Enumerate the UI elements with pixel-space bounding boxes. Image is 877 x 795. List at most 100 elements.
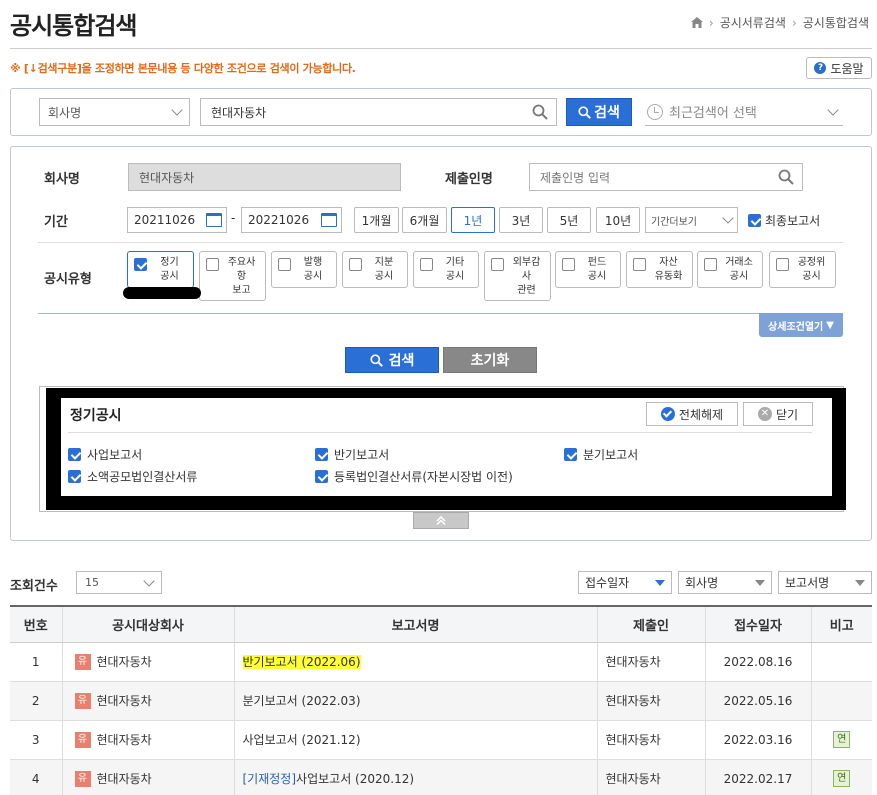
consolidated-badge[interactable]: 연 [833,770,851,787]
sort-report-select[interactable]: 보고서명 [778,571,872,594]
recent-search-select[interactable]: 최근검색어 선택 [645,98,843,126]
disclosure-type-abs[interactable]: 자산 유동화 [626,251,693,288]
disclosure-type-label: 자산 유동화 [654,257,683,282]
checkbox-checked-icon[interactable] [315,448,328,461]
checkbox-checked-icon[interactable] [564,448,577,461]
collapse-button[interactable] [413,512,469,529]
check-circle-icon [660,407,675,421]
checkbox-checked-icon[interactable] [315,470,328,483]
checkbox-icon[interactable] [206,258,219,271]
company-link[interactable]: 현대자동차 [97,694,152,708]
row-divider [38,313,843,314]
reset-button[interactable]: 초기화 [443,347,537,373]
disclosure-type-other[interactable]: 기타 공시 [413,251,479,288]
search-category-select[interactable]: 회사명 [39,98,190,126]
period-more-select[interactable]: 기간더보기 [645,207,738,233]
sub-item-quarterly[interactable]: 분기보고서 [564,446,638,463]
sub-item-annual[interactable]: 사업보고서 [68,446,142,463]
checkbox-icon[interactable] [776,258,789,271]
search-button[interactable]: 검색 [345,347,439,373]
calendar-icon[interactable] [206,213,222,227]
sub-item-registered[interactable]: 등록법인결산서류(자본시장법 이전) [315,468,513,485]
period-button-5y[interactable]: 5년 [547,207,591,233]
date-to-input[interactable]: 20221026 [241,207,342,233]
listing-badge: 유 [74,654,91,671]
checkbox-icon[interactable] [633,258,646,271]
double-chevron-up-icon [436,516,446,525]
breadcrumb: › 공시서류검색 › 공시통합검색 [690,14,869,31]
report-link[interactable]: 사업보고서 (2021.12) [243,733,361,747]
period-button-6m[interactable]: 6개월 [402,207,447,233]
disclosure-type-ftc[interactable]: 공정위 공시 [769,251,836,288]
disclosure-type-issuance[interactable]: 발행 공시 [271,251,337,288]
calendar-icon[interactable] [321,213,337,227]
row-number: 1 [10,642,62,682]
period-button-1y[interactable]: 1년 [451,207,495,233]
disclosure-type-label: 외부감 사 관련 [512,257,541,296]
sub-item-semiannual[interactable]: 반기보고서 [315,446,389,463]
period-button-1m[interactable]: 1개월 [354,207,399,233]
sort-company-select[interactable]: 회사명 [678,571,772,594]
help-button[interactable]: ? 도움말 [806,57,872,79]
checkbox-checked-icon[interactable] [68,448,81,461]
deselect-all-button[interactable]: 전체해제 [646,402,738,426]
sort-date-select[interactable]: 접수일자 [578,571,672,594]
disclosure-type-fund[interactable]: 펀드 공시 [555,251,621,288]
disclosure-type-major[interactable]: 주요사 항 보고 [199,251,266,301]
close-icon: ✕ [757,407,772,421]
result-count-select[interactable]: 15 [76,571,162,594]
company-link[interactable]: 현대자동차 [97,733,152,747]
disclosure-type-audit[interactable]: 외부감 사 관련 [484,251,551,301]
checkbox-icon[interactable] [278,258,291,271]
sub-item-small-offering[interactable]: 소액공모법인결산서류 [68,468,197,485]
redaction-mark [123,287,201,299]
detail-options-toggle[interactable]: 상세조건열기 ▼ [759,313,843,337]
submitter-cell: 현대자동차 [596,681,705,721]
checkbox-checked-icon[interactable] [748,214,761,227]
top-search-button[interactable]: 검색 [566,98,632,126]
final-report-checkbox[interactable]: 최종보고서 [748,212,820,229]
company-link[interactable]: 현대자동차 [97,655,152,669]
sub-item-label: 사업보고서 [87,448,143,462]
disclosure-type-exchange[interactable]: 거래소 공시 [697,251,763,288]
checkbox-icon[interactable] [704,258,717,271]
company-link[interactable]: 현대자동차 [97,772,152,786]
report-link[interactable]: 반기보고서 (2022.06) [242,655,361,669]
table-row: 1 유 현대자동차 반기보고서 (2022.06) 현대자동차 2022.08.1… [10,642,872,682]
row-number: 4 [10,759,62,795]
home-icon[interactable] [690,17,703,28]
deselect-all-label: 전체해제 [678,407,724,422]
keyword-input[interactable]: 현대자동차 [200,98,557,126]
company-cell: 유 현대자동차 [61,720,234,760]
period-button-10y[interactable]: 10년 [596,207,640,233]
report-link[interactable]: 사업보고서 (2020.12) [296,772,414,786]
breadcrumb-item-current[interactable]: 공시통합검색 [803,14,869,31]
date-from-value: 20211026 [134,213,196,227]
consolidated-badge[interactable]: 연 [833,731,851,748]
date-from-input[interactable]: 20211026 [127,207,227,233]
note-cell: 연 [810,720,872,760]
row-number: 2 [10,681,62,721]
checkbox-icon[interactable] [349,258,362,271]
close-label: 닫기 [775,407,799,422]
note-cell: 연 [810,759,872,795]
table-header-row: 번호 공시대상회사 보고서명 제출인 접수일자 비고 [10,605,872,643]
checkbox-icon[interactable] [491,258,504,271]
submitter-input[interactable]: 제출인명 입력 [529,163,803,191]
help-label: 도움말 [830,61,864,76]
period-button-3y[interactable]: 3년 [499,207,543,233]
sub-panel-title: 정기공시 [70,408,122,424]
breadcrumb-item-docs[interactable]: 공시서류검색 [720,14,786,31]
search-icon[interactable] [532,104,548,120]
checkbox-checked-icon[interactable] [68,470,81,483]
disclosure-type-equity[interactable]: 지분 공시 [342,251,408,288]
company-name-field: 현대자동차 [128,163,401,191]
disclosure-type-periodic[interactable]: 정기 공시 [127,251,194,288]
report-link[interactable]: 분기보고서 (2022.03) [243,694,361,708]
checkbox-icon[interactable] [420,258,433,271]
checkbox-icon[interactable] [562,258,575,271]
checkbox-checked-icon[interactable] [134,258,147,271]
search-icon[interactable] [778,169,794,185]
close-button[interactable]: ✕ 닫기 [743,402,813,426]
table-row: 2 유 현대자동차 분기보고서 (2022.03) 현대자동차 2022.05.1… [10,681,872,721]
